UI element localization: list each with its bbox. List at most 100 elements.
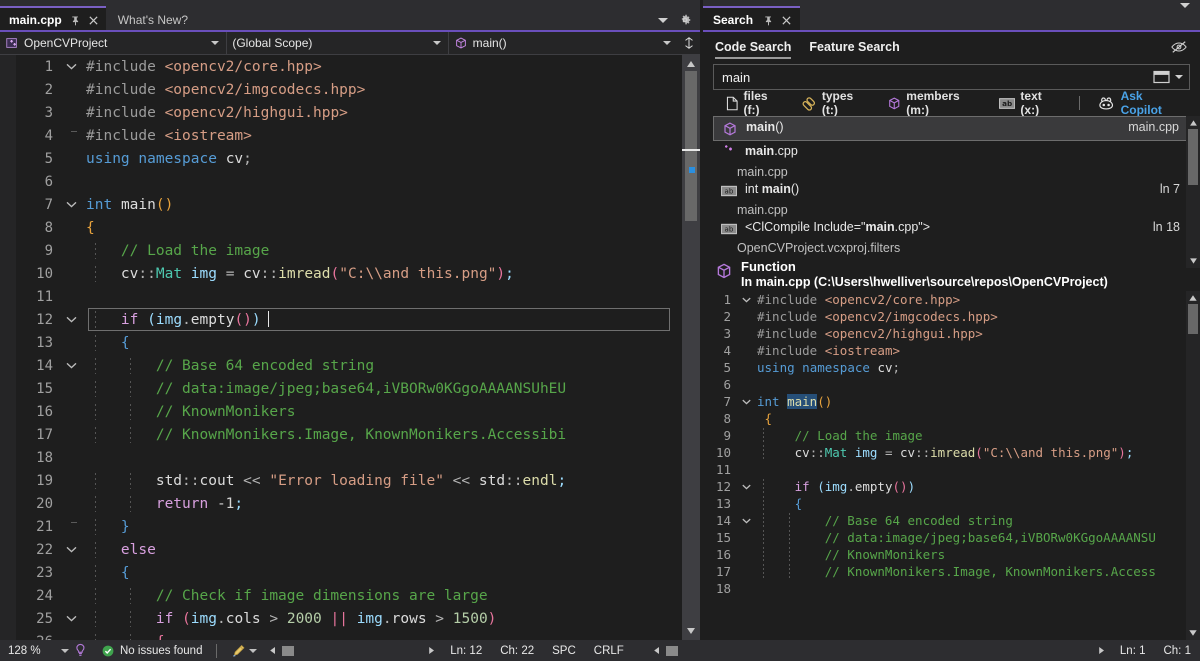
preview-line[interactable]: 5using namespace cv; [703,359,1186,376]
member-dropdown[interactable]: main() [449,32,678,55]
line-content[interactable]: std::cout << "Error loading file" << std… [82,473,682,489]
tab-feature-search[interactable]: Feature Search [809,32,899,62]
fold-chevron-icon[interactable] [742,297,751,303]
preview-code-lines[interactable]: 1#include <opencv2/core.hpp>2#include <o… [703,291,1186,640]
scroll-up-icon[interactable] [1188,294,1198,302]
code-line[interactable]: 16 // KnownMonikers [16,400,682,423]
code-line[interactable]: 25 if (img.cols > 2000 || img.rows > 150… [16,607,682,630]
fold-chevron-icon[interactable] [66,546,77,553]
line-content[interactable]: // KnownMonikers.Image, KnownMonikers.Ac… [82,427,682,443]
pin-icon[interactable] [69,14,82,27]
chevron-down-icon[interactable] [61,649,69,653]
preview-line[interactable]: 18 [703,580,1186,597]
result-row[interactable]: ab<ClCompile Include="main.cpp">ln 18 [713,217,1190,240]
zoom-level-control[interactable]: 128 % [0,645,73,657]
scroll-right-icon[interactable] [427,646,436,655]
preview-line[interactable]: 13 { [703,495,1186,512]
indentation-mode[interactable]: SPC [543,640,585,661]
tab-whats-new[interactable]: What's New? [106,8,194,32]
search-input-wrapper[interactable] [713,64,1190,90]
close-icon[interactable] [87,14,100,27]
result-row[interactable]: main()main.cpp [713,116,1190,141]
fold-margin[interactable] [737,484,755,490]
fold-margin[interactable] [737,399,755,405]
line-content[interactable]: // Load the image [82,243,682,259]
editor-horizontal-scrollbar[interactable] [263,646,441,656]
scrollbar-thumb[interactable] [666,646,678,656]
code-line[interactable]: 24 // Check if image dimensions are larg… [16,584,682,607]
preview-line[interactable]: 15 // data:image/jpeg;base64,iVBORw0KGgo… [703,529,1186,546]
line-content[interactable]: if (img.empty()) [82,311,682,328]
code-line[interactable]: 19 std::cout << "Error loading file" << … [16,469,682,492]
chevron-down-icon[interactable] [1175,75,1183,79]
issues-status[interactable]: No issues found [96,640,208,661]
line-content[interactable]: else [82,542,682,558]
fold-margin[interactable] [737,297,755,303]
feedback-icon[interactable] [73,643,88,658]
search-result-item[interactable]: abint main()ln 7main.cpp [713,179,1190,217]
eye-off-icon[interactable] [1170,39,1188,55]
scroll-down-icon[interactable] [1188,629,1198,637]
line-content[interactable]: int main() [82,197,682,213]
code-line[interactable]: 1#include <opencv2/core.hpp> [16,55,682,78]
fold-margin[interactable] [60,615,82,622]
filter-members[interactable]: members (m:) [882,89,988,117]
preview-horizontal-scrollbar[interactable] [647,646,1111,656]
code-line[interactable]: 17 // KnownMonikers.Image, KnownMonikers… [16,423,682,446]
preview-line[interactable]: 9 // Load the image [703,427,1186,444]
preview-line[interactable]: 17 // KnownMonikers.Image, KnownMonikers… [703,563,1186,580]
fold-chevron-icon[interactable] [66,615,77,622]
scroll-up-icon[interactable] [686,59,696,69]
close-icon[interactable] [780,14,793,27]
preview-line[interactable]: 8 { [703,410,1186,427]
line-content[interactable]: // Base 64 encoded string [82,358,682,374]
scroll-down-icon[interactable] [1189,257,1198,265]
scroll-down-icon[interactable] [686,626,696,636]
line-content[interactable]: { [82,634,682,641]
code-line[interactable]: 3#include <opencv2/highgui.hpp> [16,101,682,124]
pin-icon[interactable] [762,14,775,27]
fold-margin[interactable] [60,63,82,70]
preview-scrollbar[interactable] [1186,291,1200,640]
line-content[interactable]: // data:image/jpeg;base64,iVBORw0KGgoAAA… [82,381,682,397]
search-tool-tab[interactable]: Search [703,6,800,32]
tab-code-search[interactable]: Code Search [715,32,791,62]
line-content[interactable]: } [82,519,682,535]
code-line[interactable]: 9 // Load the image [16,239,682,262]
fold-margin[interactable] [60,362,82,369]
line-content[interactable]: { [82,220,682,236]
scroll-left-icon[interactable] [652,646,661,655]
code-line[interactable]: 20 return -1; [16,492,682,515]
filter-text[interactable]: ab text (x:) [994,89,1067,117]
code-line[interactable]: 10 cv::Mat img = cv::imread("C:\\and thi… [16,262,682,285]
preview-line[interactable]: 1#include <opencv2/core.hpp> [703,291,1186,308]
fold-margin[interactable] [60,316,82,323]
line-content[interactable]: using namespace cv; [82,151,682,167]
search-result-item[interactable]: main.cppmain.cpp [713,141,1190,179]
search-results-list[interactable]: main()main.cppmain.cppmain.cppabint main… [713,116,1190,255]
preview-line[interactable]: 6 [703,376,1186,393]
line-content[interactable]: #include <opencv2/core.hpp> [82,59,682,75]
fold-chevron-icon[interactable] [66,316,77,323]
scrollbar-thumb[interactable] [1188,304,1198,334]
scrollbar-thumb[interactable] [685,71,697,221]
line-content[interactable]: if (img.cols > 2000 || img.rows > 1500) [82,611,682,627]
code-line[interactable]: 8{ [16,216,682,239]
project-dropdown[interactable]: OpenCVProject [0,32,227,55]
preview-line[interactable]: 7int main() [703,393,1186,410]
preview-line[interactable]: 14 // Base 64 encoded string [703,512,1186,529]
result-row[interactable]: abint main()ln 7 [713,179,1190,202]
code-line[interactable]: 2#include <opencv2/imgcodecs.hpp> [16,78,682,101]
code-line[interactable]: 23 { [16,561,682,584]
line-content[interactable]: return -1; [82,496,682,512]
filter-types[interactable]: types (t:) [796,89,875,117]
fold-chevron-icon[interactable] [66,201,77,208]
code-line[interactable]: 15 // data:image/jpeg;base64,iVBORw0KGgo… [16,377,682,400]
ask-copilot-button[interactable]: Ask Copilot [1092,89,1190,117]
code-line[interactable]: 14 // Base 64 encoded string [16,354,682,377]
split-view-icon[interactable] [682,35,696,51]
result-row[interactable]: main.cpp [713,141,1190,164]
line-content[interactable]: #include <iostream> [82,128,682,144]
fold-chevron-icon[interactable] [66,63,77,70]
search-input[interactable] [722,70,1153,85]
